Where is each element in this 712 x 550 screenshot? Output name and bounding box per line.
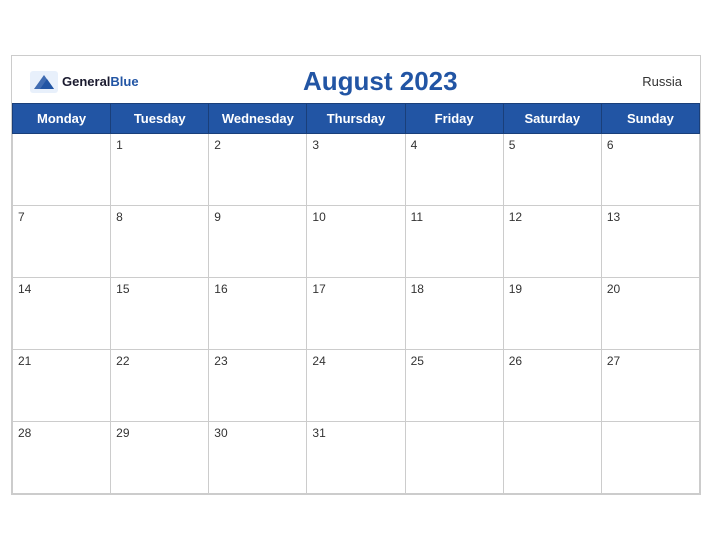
day-number-22: 22 [116,354,129,368]
calendar-cell-w1d6: 13 [601,206,699,278]
calendar-cell-w1d3: 10 [307,206,405,278]
day-number-12: 12 [509,210,522,224]
calendar-cell-w3d3: 24 [307,350,405,422]
calendar-cell-w3d0: 21 [13,350,111,422]
header-sunday: Sunday [601,104,699,134]
day-number-7: 7 [18,210,25,224]
calendar-cell-w3d5: 26 [503,350,601,422]
day-number-26: 26 [509,354,522,368]
calendar-cell-w1d5: 12 [503,206,601,278]
day-number-9: 9 [214,210,221,224]
day-number-30: 30 [214,426,227,440]
calendar-header: GeneralBlue August 2023 Russia [12,56,700,103]
day-number-24: 24 [312,354,325,368]
day-number-17: 17 [312,282,325,296]
generalblue-logo-icon [30,71,58,93]
calendar-body: 1234567891011121314151617181920212223242… [13,134,700,494]
calendar-cell-w4d6 [601,422,699,494]
header-monday: Monday [13,104,111,134]
logo-area: GeneralBlue [30,71,139,93]
calendar-cell-w0d0 [13,134,111,206]
calendar-cell-w2d0: 14 [13,278,111,350]
calendar-cell-w2d3: 17 [307,278,405,350]
calendar-table: Monday Tuesday Wednesday Thursday Friday… [12,103,700,494]
day-number-25: 25 [411,354,424,368]
country-label: Russia [622,74,682,89]
calendar-cell-w2d4: 18 [405,278,503,350]
calendar-week-row-4: 21 22 23 24 25 26 27 [13,350,700,422]
day-number-3: 3 [312,138,319,152]
calendar-cell-w4d1: 29 [111,422,209,494]
header-saturday: Saturday [503,104,601,134]
weekday-header-row: Monday Tuesday Wednesday Thursday Friday… [13,104,700,134]
calendar-cell-w0d5: 5 [503,134,601,206]
calendar-title: August 2023 [139,66,622,97]
calendar-week-row-3: 14 15 16 17 18 19 20 [13,278,700,350]
header-thursday: Thursday [307,104,405,134]
calendar-cell-w3d4: 25 [405,350,503,422]
calendar-week-row-2: 7 8 9 10 11 12 13 [13,206,700,278]
calendar-cell-w4d4 [405,422,503,494]
day-number-4: 4 [411,138,418,152]
calendar-week-row-1: 1 2 3 4 5 6 [13,134,700,206]
calendar-cell-w1d2: 9 [209,206,307,278]
calendar-cell-w4d0: 28 [13,422,111,494]
calendar-cell-w4d3: 31 [307,422,405,494]
calendar-cell-w2d1: 15 [111,278,209,350]
calendar-week-row-5: 28 29 30 31 [13,422,700,494]
calendar-cell-w4d2: 30 [209,422,307,494]
day-number-5: 5 [509,138,516,152]
calendar-container: GeneralBlue August 2023 Russia Monday Tu… [11,55,701,495]
logo-general-text: GeneralBlue [62,73,139,91]
calendar-cell-w1d4: 11 [405,206,503,278]
calendar-cell-w3d6: 27 [601,350,699,422]
calendar-cell-w0d2: 2 [209,134,307,206]
day-number-27: 27 [607,354,620,368]
day-number-10: 10 [312,210,325,224]
day-number-14: 14 [18,282,31,296]
day-number-1: 1 [116,138,123,152]
calendar-cell-w0d4: 4 [405,134,503,206]
calendar-cell-w0d6: 6 [601,134,699,206]
calendar-cell-w4d5 [503,422,601,494]
day-number-19: 19 [509,282,522,296]
calendar-cell-w3d1: 22 [111,350,209,422]
calendar-cell-w0d3: 3 [307,134,405,206]
day-number-21: 21 [18,354,31,368]
day-number-2: 2 [214,138,221,152]
calendar-cell-w1d0: 7 [13,206,111,278]
calendar-cell-w2d5: 19 [503,278,601,350]
day-number-18: 18 [411,282,424,296]
day-number-28: 28 [18,426,31,440]
day-number-6: 6 [607,138,614,152]
header-wednesday: Wednesday [209,104,307,134]
day-number-15: 15 [116,282,129,296]
calendar-cell-w2d6: 20 [601,278,699,350]
day-number-8: 8 [116,210,123,224]
day-number-31: 31 [312,426,325,440]
day-number-20: 20 [607,282,620,296]
day-number-23: 23 [214,354,227,368]
calendar-cell-w0d1: 1 [111,134,209,206]
day-number-16: 16 [214,282,227,296]
calendar-cell-w1d1: 8 [111,206,209,278]
header-friday: Friday [405,104,503,134]
day-number-13: 13 [607,210,620,224]
calendar-cell-w2d2: 16 [209,278,307,350]
header-tuesday: Tuesday [111,104,209,134]
day-number-11: 11 [411,210,423,224]
day-number-29: 29 [116,426,129,440]
calendar-cell-w3d2: 23 [209,350,307,422]
